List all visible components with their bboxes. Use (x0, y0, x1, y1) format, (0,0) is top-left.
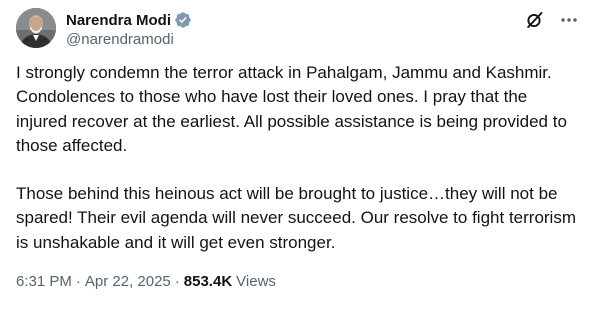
tweet-meta: 6:31 PM · Apr 22, 2025 · 853.4K Views (16, 273, 276, 290)
tweet-time[interactable]: 6:31 PM (16, 273, 72, 290)
tweet-text: I strongly condemn the terror attack in … (16, 61, 581, 255)
meta-separator: · (75, 273, 81, 290)
author-display-name[interactable]: Narendra Modi (66, 12, 171, 29)
name-row: Narendra Modi (66, 10, 192, 30)
tweet-paragraph-1: I strongly condemn the terror attack in … (16, 63, 567, 155)
views-label: Views (236, 273, 276, 290)
tweet-top-actions (525, 10, 579, 30)
tweet: Narendra Modi @narendramodi I strongly c… (0, 0, 593, 311)
meta-separator: · (174, 273, 180, 290)
author-names: Narendra Modi @narendramodi (66, 10, 192, 48)
grok-icon[interactable] (525, 10, 545, 30)
tweet-paragraph-2: Those behind this heinous act will be br… (16, 184, 576, 252)
avatar[interactable] (16, 8, 56, 48)
more-options-icon[interactable] (559, 10, 579, 30)
avatar-image (16, 8, 56, 48)
tweet-date[interactable]: Apr 22, 2025 (85, 273, 171, 290)
views-count[interactable]: 853.4K (184, 273, 232, 290)
author-handle[interactable]: @narendramodi (66, 31, 192, 48)
verified-badge-icon (174, 11, 192, 29)
